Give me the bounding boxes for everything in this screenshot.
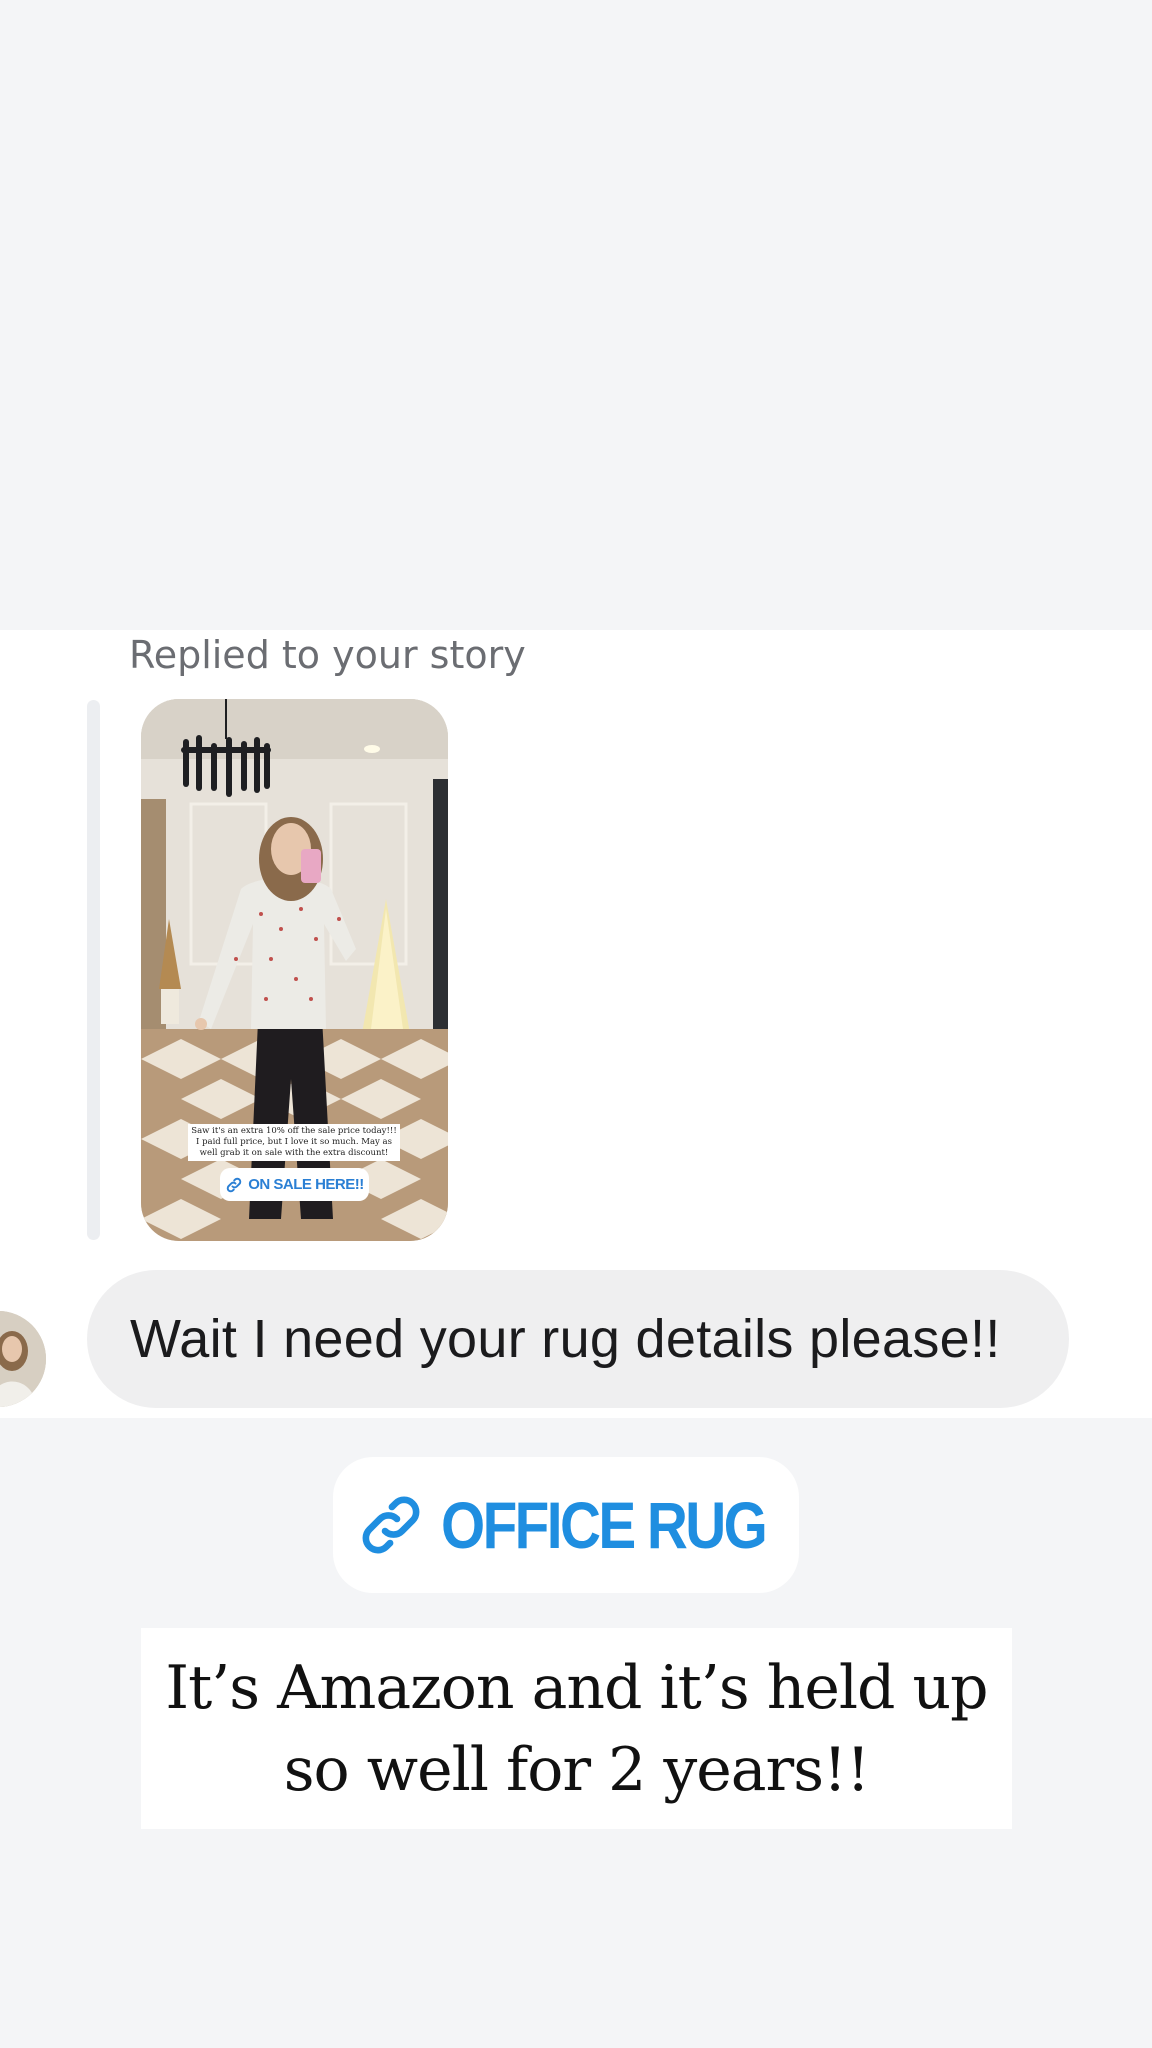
caption-line-2: so well for 2 years!! [283, 1734, 871, 1805]
story-sale-link[interactable]: ON SALE HERE!! [220, 1168, 369, 1201]
caption-line-1: It’s Amazon and it’s held up [165, 1652, 988, 1723]
story-caption-text: Saw it's an extra 10% off the sale price… [188, 1124, 400, 1161]
link-icon [362, 1496, 419, 1554]
message-bubble[interactable]: Wait I need your rug details please!! [87, 1270, 1069, 1408]
caption-box: It’s Amazon and it’s held up so well for… [141, 1628, 1012, 1829]
top-background [0, 0, 1152, 630]
office-rug-link-sticker[interactable]: OFFICE RUG [333, 1457, 799, 1593]
office-rug-link-label: OFFICE RUG [440, 1488, 768, 1562]
story-sale-link-label: ON SALE HERE!! [248, 1176, 364, 1193]
message-text: Wait I need your rug details please!! [130, 1309, 1001, 1369]
link-icon [226, 1177, 242, 1192]
replied-to-story-label: Replied to your story [129, 633, 526, 677]
story-thumbnail[interactable]: Saw it's an extra 10% off the sale price… [141, 699, 448, 1241]
reply-quote-bar [87, 700, 100, 1240]
